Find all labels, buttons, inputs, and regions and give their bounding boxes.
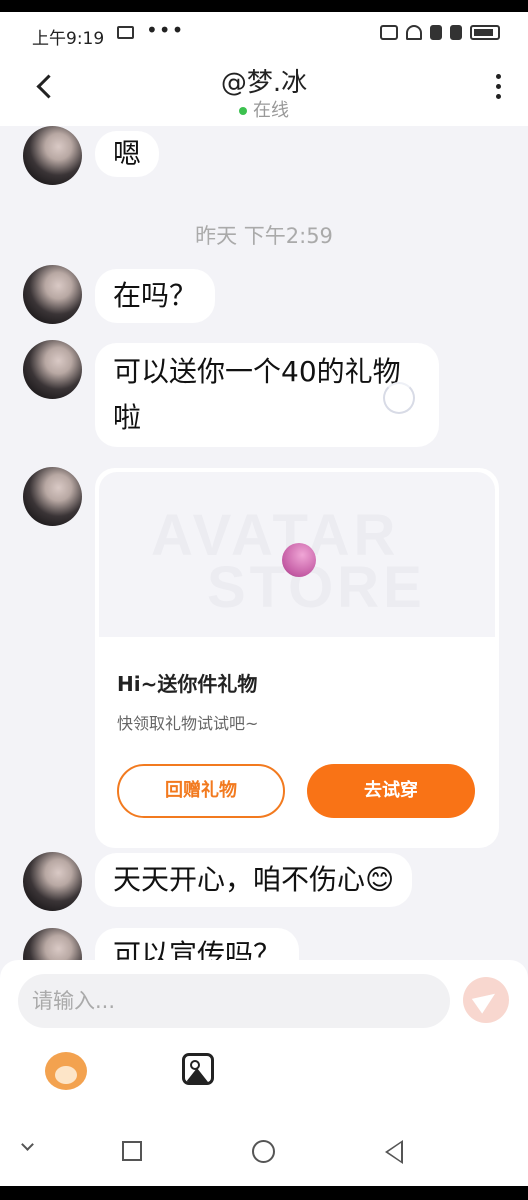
contact-avatar[interactable]: [23, 467, 82, 526]
more-notifications-icon: •••: [146, 18, 185, 42]
folder-icon: [117, 26, 134, 39]
nav-down-icon[interactable]: [21, 1138, 34, 1151]
image-icon[interactable]: [182, 1053, 214, 1085]
screencast-icon: [380, 25, 398, 40]
loading-spinner-icon: [383, 382, 415, 414]
gift-title: Hi~送你件礼物: [117, 672, 258, 696]
gift-card[interactable]: AVATAR STORE Hi~送你件礼物 快领取礼物试试吧~ 回赠礼物 去试穿: [95, 468, 499, 848]
gift-ball-icon: [282, 543, 316, 577]
gift-image: AVATAR STORE: [99, 472, 495, 637]
chat-screen: 上午9:19 ••• @梦.冰 在线 嗯 昨天 下午2:59 在吗？ 可以送你一…: [0, 12, 528, 1186]
message-input[interactable]: 请输入...: [18, 974, 450, 1028]
send-icon[interactable]: [463, 977, 509, 1023]
message-timestamp: 昨天 下午2:59: [195, 224, 333, 248]
wifi-icon: [406, 25, 422, 40]
watermark-text: STORE: [207, 555, 426, 620]
contact-avatar[interactable]: [23, 126, 82, 185]
battery-icon: [470, 25, 500, 40]
nav-recents-icon[interactable]: [122, 1141, 142, 1161]
contact-avatar[interactable]: [23, 852, 82, 911]
return-gift-button[interactable]: 回赠礼物: [117, 764, 285, 818]
signal-icon: [430, 25, 442, 40]
online-status: 在线: [0, 96, 528, 122]
more-vertical-icon[interactable]: [496, 74, 502, 100]
message-bubble[interactable]: 在吗？: [95, 269, 216, 323]
status-bar: 上午9:19 •••: [0, 12, 528, 56]
contact-avatar[interactable]: [23, 265, 82, 324]
chat-header: @梦.冰 在线: [0, 56, 528, 126]
gift-subtitle: 快领取礼物试试吧~: [117, 714, 259, 733]
message-bubble[interactable]: 天天开心，咱不伤心😊: [95, 853, 413, 907]
system-nav-bar: [0, 1124, 528, 1186]
contact-avatar[interactable]: [23, 340, 82, 399]
contact-name: @梦.冰: [220, 68, 308, 98]
nav-home-icon[interactable]: [252, 1140, 275, 1163]
signal-icon-2: [450, 25, 462, 40]
nav-back-icon[interactable]: [385, 1140, 403, 1164]
system-icons: [380, 25, 500, 40]
status-time: 上午9:19: [32, 29, 105, 49]
try-on-button[interactable]: 去试穿: [307, 764, 475, 818]
monkey-emoji-icon[interactable]: [45, 1052, 87, 1090]
message-bubble[interactable]: 嗯: [95, 131, 160, 177]
online-dot-icon: [239, 107, 247, 115]
online-status-label: 在线: [253, 100, 289, 121]
